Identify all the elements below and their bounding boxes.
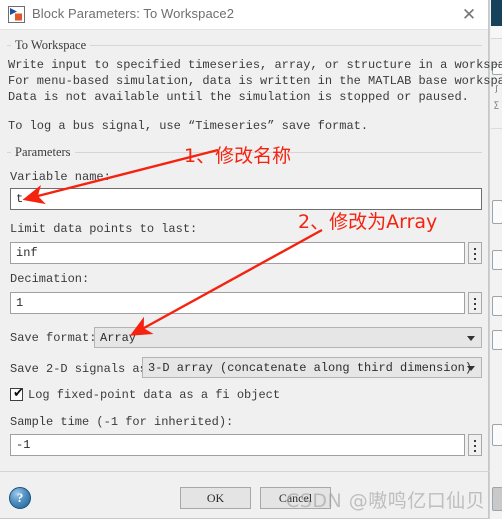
to-workspace-group-label: To Workspace [11, 38, 91, 53]
limit-data-points-vertical-dots-icon[interactable] [468, 242, 482, 264]
limit-data-points-value: inf [16, 246, 38, 260]
save-2d-signals-value: 3-D array (concatenate along third dimen… [148, 361, 473, 375]
sample-time-input[interactable]: -1 [10, 434, 465, 456]
decimation-label: Decimation: [10, 272, 90, 286]
background-titlebar [491, 0, 502, 26]
background-panel-icon [492, 200, 502, 224]
sample-time-vertical-dots-icon[interactable] [468, 434, 482, 456]
checkmark-icon: ✔ [13, 386, 24, 401]
description-line-4: To log a bus signal, use “Timeseries” sa… [8, 119, 369, 133]
log-fixed-point-label: Log fixed-point data as a fi object [28, 388, 281, 402]
description-line-3: Data is not available until the simulati… [8, 90, 469, 104]
background-divider [491, 128, 502, 129]
background-panel3-icon [492, 296, 502, 316]
csdn-watermark: CSDN @嗷鸣亿口仙贝 [286, 490, 486, 512]
description-line-1: Write input to specified timeseries, arr… [8, 58, 502, 72]
block-parameters-dialog: Block Parameters: To Workspace2 ✕ To Wor… [0, 0, 502, 519]
limit-data-points-label: Limit data points to last: [10, 222, 198, 236]
window-title: Block Parameters: To Workspace2 [32, 6, 235, 21]
save-2d-signals-label: Save 2-D signals as: [10, 362, 155, 376]
save-2d-signals-chevron-down-icon [467, 366, 475, 371]
titlebar: Block Parameters: To Workspace2 ✕ [0, 0, 488, 30]
save-format-dropdown[interactable]: Array [94, 327, 482, 348]
close-icon[interactable]: ✕ [458, 4, 480, 26]
decimation-input[interactable]: 1 [10, 292, 465, 314]
save-format-chevron-down-icon [467, 336, 475, 341]
limit-data-points-input[interactable]: inf [10, 242, 465, 264]
sample-time-label: Sample time (-1 for inherited): [10, 415, 234, 429]
variable-name-label: Variable name: [10, 170, 111, 184]
background-panel2-icon [492, 250, 502, 270]
background-panel4-icon [492, 330, 502, 350]
footer-divider [0, 471, 489, 472]
sample-time-value: -1 [16, 438, 31, 452]
screenshot-root: ∫ ∑ Block Parameters: To Workspace2 ✕ To… [0, 0, 502, 519]
background-glyph2-icon: ∑ [493, 100, 500, 109]
save-format-value: Array [100, 331, 137, 345]
background-button [492, 487, 502, 511]
annotation-note-2: 2、修改为Array [298, 211, 438, 233]
decimation-vertical-dots-icon[interactable] [468, 292, 482, 314]
help-icon: ? [16, 490, 24, 505]
annotation-note-1: 1、修改名称 [184, 145, 292, 167]
parameters-group-label: Parameters [11, 145, 75, 160]
background-panel5-icon [492, 424, 502, 446]
description-line-2: For menu-based simulation, data is writt… [8, 74, 502, 88]
save-format-label: Save format: [10, 331, 97, 345]
ok-button[interactable]: OK [180, 487, 251, 509]
log-fixed-point-checkbox[interactable]: ✔ [10, 386, 24, 401]
help-button[interactable]: ? [9, 487, 31, 509]
simulink-block-icon [8, 6, 25, 23]
variable-name-value: t [16, 192, 24, 206]
background-toolstrip [491, 26, 502, 39]
decimation-value: 1 [16, 296, 24, 310]
save-2d-signals-dropdown[interactable]: 3-D array (concatenate along third dimen… [142, 357, 482, 378]
